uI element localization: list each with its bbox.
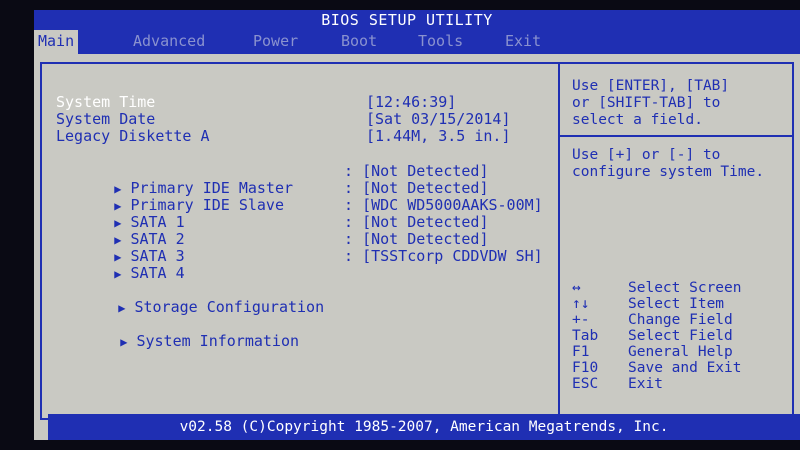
triangle-right-icon: ▶ — [120, 335, 128, 349]
key-legend-row: ESC Exit — [572, 376, 663, 392]
key-legend-row: +- Change Field — [572, 312, 733, 328]
key-description: Change Field — [628, 312, 733, 328]
legacy-diskette-label[interactable]: Legacy Diskette A — [56, 128, 210, 145]
device-label: SATA 4 — [130, 264, 185, 282]
system-information-label: System Information — [136, 332, 300, 350]
menu-main[interactable]: Main — [34, 30, 79, 54]
device-value-text: [TSSTcorp CDDVDW SH] — [362, 247, 543, 265]
menu-bar: Main Advanced Power Boot Tools Exit — [34, 30, 800, 54]
system-time-value[interactable]: [12:46:39] — [366, 94, 456, 111]
help-line: or [SHIFT-TAB] to — [572, 95, 721, 111]
key-legend-row: Tab Select Field — [572, 328, 733, 344]
help-line: Use [+] or [-] to — [572, 147, 721, 163]
key-label: F10 — [572, 360, 599, 376]
key-legend-row: F1 General Help — [572, 344, 733, 360]
menu-boot[interactable]: Boot — [341, 30, 377, 52]
key-label: +- — [572, 312, 590, 328]
device-value: : [Not Detected] — [344, 179, 489, 197]
device-value-text: [Not Detected] — [362, 162, 489, 180]
help-line: configure system Time. — [572, 164, 765, 180]
help-line: select a field. — [572, 112, 703, 128]
device-value-text: [WDC WD5000AAKS-00M] — [362, 196, 543, 214]
device-value: : [Not Detected] — [344, 213, 489, 231]
bios-title: BIOS SETUP UTILITY — [321, 11, 493, 29]
menu-tools[interactable]: Tools — [418, 30, 463, 52]
key-description: Exit — [628, 376, 663, 392]
main-settings-panel: System Time [12:46:39] System Date [Sat … — [40, 62, 560, 420]
key-description: Select Screen — [628, 280, 742, 296]
device-value: : [Not Detected] — [344, 162, 489, 180]
system-information-item[interactable]: ▶ System Information — [66, 316, 299, 368]
storage-configuration-label: Storage Configuration — [134, 298, 325, 316]
system-date-value[interactable]: [Sat 03/15/2014] — [366, 111, 511, 128]
key-legend-row: F10 Save and Exit — [572, 360, 742, 376]
key-label: F1 — [572, 344, 590, 360]
legacy-diskette-value[interactable]: [1.44M, 3.5 in.] — [366, 128, 511, 145]
key-description: General Help — [628, 344, 733, 360]
key-legend-row: ↑↓ Select Item — [572, 296, 724, 312]
up-down-arrow-icon: ↑↓ — [572, 296, 590, 312]
key-description: Select Field — [628, 328, 733, 344]
key-label: ESC — [572, 376, 599, 392]
bios-screen: BIOS SETUP UTILITY Main Advanced Power B… — [34, 10, 800, 440]
menu-exit[interactable]: Exit — [505, 30, 541, 52]
help-panel: Use [ENTER], [TAB] or [SHIFT-TAB] to sel… — [560, 62, 794, 420]
device-value-text: [Not Detected] — [362, 179, 489, 197]
menu-power[interactable]: Power — [253, 30, 298, 52]
system-date-label[interactable]: System Date — [56, 111, 155, 128]
device-value-text: [Not Detected] — [362, 213, 489, 231]
key-label: Tab — [572, 328, 599, 344]
triangle-right-icon: ▶ — [118, 301, 126, 315]
menu-advanced[interactable]: Advanced — [133, 30, 205, 52]
left-right-arrow-icon: ↔ — [572, 280, 581, 296]
device-value: : [WDC WD5000AAKS-00M] — [344, 196, 543, 214]
triangle-right-icon: ▶ — [114, 267, 122, 281]
device-value-text: [Not Detected] — [362, 230, 489, 248]
system-time-label[interactable]: System Time — [56, 94, 155, 111]
help-divider — [560, 135, 792, 137]
copyright-footer: v02.58 (C)Copyright 1985-2007, American … — [48, 414, 800, 440]
device-value: : [TSSTcorp CDDVDW SH] — [344, 247, 543, 265]
help-line: Use [ENTER], [TAB] — [572, 78, 730, 94]
device-value: : [Not Detected] — [344, 230, 489, 248]
title-bar: BIOS SETUP UTILITY — [34, 10, 800, 30]
key-description: Save and Exit — [628, 360, 742, 376]
key-description: Select Item — [628, 296, 725, 312]
key-legend-row: ↔ Select Screen — [572, 280, 742, 296]
